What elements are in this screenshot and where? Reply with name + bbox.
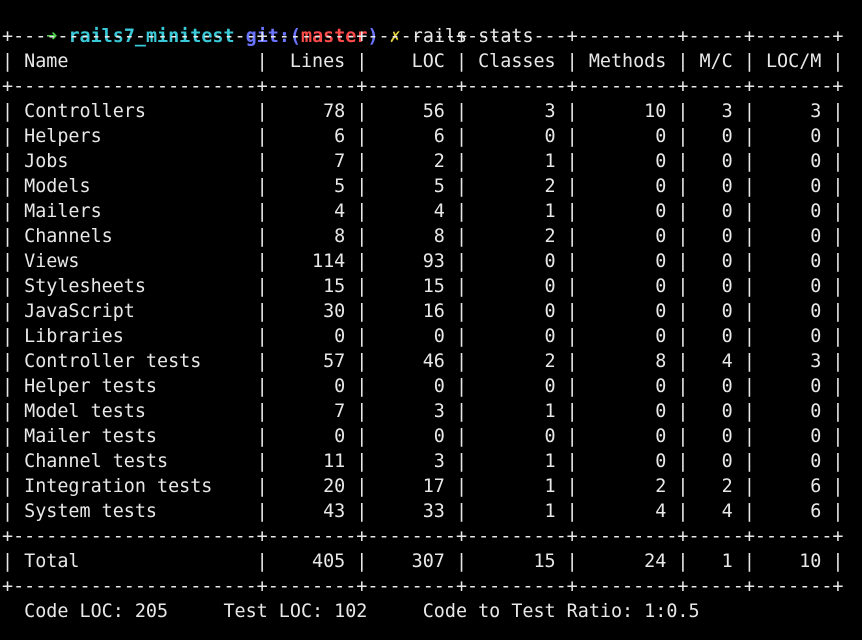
table-header-row: | Name | Lines | LOC | Classes | Methods… (2, 51, 844, 72)
table-row: | Helpers | 6 | 6 | 0 | 0 | 0 | 0 | (2, 126, 844, 147)
table-row: | Models | 5 | 5 | 2 | 0 | 0 | 0 | (2, 176, 844, 197)
table-row: | Stylesheets | 15 | 15 | 0 | 0 | 0 | 0 … (2, 276, 844, 297)
table-row: | Views | 114 | 93 | 0 | 0 | 0 | 0 | (2, 251, 844, 272)
table-total-row: | Total | 405 | 307 | 15 | 24 | 1 | 10 | (2, 551, 844, 572)
table-row: | Model tests | 7 | 3 | 1 | 0 | 0 | 0 | (2, 401, 844, 422)
table-row: | Helper tests | 0 | 0 | 0 | 0 | 0 | 0 | (2, 376, 844, 397)
prompt-line: ➜ rails7_minitest git:(master) ✗ rails s… (2, 0, 533, 47)
table-row: | Controllers | 78 | 56 | 3 | 10 | 3 | 3… (2, 101, 844, 122)
table-row: | Channels | 8 | 8 | 2 | 0 | 0 | 0 | (2, 226, 844, 247)
summary-line: Code LOC: 205 Test LOC: 102 Code to Test… (2, 601, 700, 622)
table-row: | Channel tests | 11 | 3 | 1 | 0 | 0 | 0… (2, 451, 844, 472)
table-separator: +----------------------+--------+-------… (2, 76, 844, 97)
table-row: | Libraries | 0 | 0 | 0 | 0 | 0 | 0 | (2, 326, 844, 347)
table-row: | Mailer tests | 0 | 0 | 0 | 0 | 0 | 0 | (2, 426, 844, 447)
table-row: | Jobs | 7 | 2 | 1 | 0 | 0 | 0 | (2, 151, 844, 172)
table-row: | System tests | 43 | 33 | 1 | 4 | 4 | 6… (2, 501, 844, 522)
table-separator: +----------------------+--------+-------… (2, 526, 844, 547)
table-row: | Controller tests | 57 | 46 | 2 | 8 | 4… (2, 351, 844, 372)
table-row: | Integration tests | 20 | 17 | 1 | 2 | … (2, 476, 844, 497)
table-separator: +----------------------+--------+-------… (2, 576, 844, 597)
table-separator: +----------------------+--------+-------… (2, 26, 844, 47)
table-row: | JavaScript | 30 | 16 | 0 | 0 | 0 | 0 | (2, 301, 844, 322)
table-row: | Mailers | 4 | 4 | 1 | 0 | 0 | 0 | (2, 201, 844, 222)
